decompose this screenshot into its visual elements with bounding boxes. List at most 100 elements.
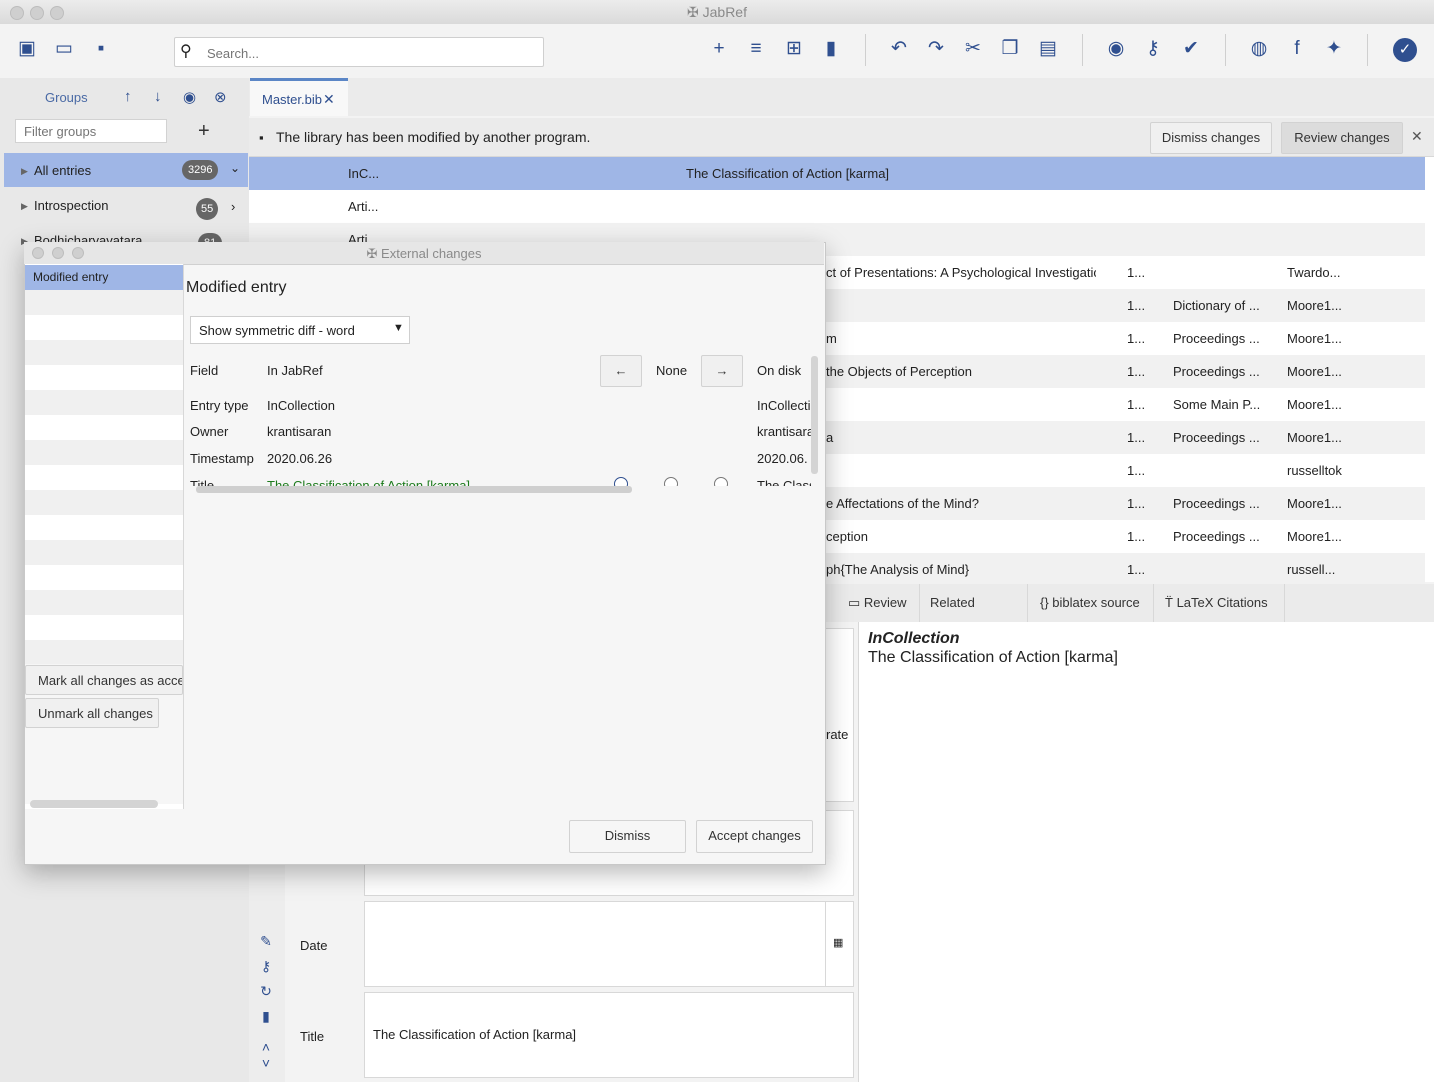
change-list-item-label[interactable]: Modified entry [33,270,108,284]
review-changes-button[interactable]: Review changes [1281,122,1403,154]
save-icon: ▪ [259,130,264,145]
cut-icon[interactable]: ✂ [962,38,984,60]
check-updates-icon[interactable]: ✓ [1393,38,1417,62]
radio-accept-local[interactable] [614,477,628,486]
undo-icon[interactable]: ↶ [888,38,910,60]
group-label[interactable]: Introspection [34,198,108,213]
table-row[interactable]: Arti... [249,190,1425,223]
diff-local-value: The Classification of Action [karma] [267,478,471,486]
diff-vertical-scrollbar[interactable] [811,356,818,474]
table-row[interactable]: InC... The Classification of Action [karm… [249,157,1425,190]
table-cell-title: ct of Presentations: A Psychological Inv… [826,265,1096,280]
search-input[interactable] [205,43,529,63]
table-cell-author: Moore1... [1287,331,1342,346]
tab-related-articles[interactable]: Related articles [920,584,1028,648]
key-icon[interactable]: ⚷ [259,959,273,973]
change-list-empty-row [25,290,183,315]
table-cell-author: Moore1... [1287,430,1342,445]
expand-arrow-icon[interactable]: ▶ [21,201,28,212]
trash-icon[interactable]: ▮ [259,1009,273,1023]
table-cell-year: 1... [1127,463,1146,478]
notification-message: The library has been modified by another… [276,129,591,145]
delete-entry-icon[interactable]: ▮ [820,38,842,60]
tab-latex-citations[interactable]: T̈ LaTeX Citations [1155,584,1285,622]
change-list-empty-row [25,590,183,615]
calendar-icon: ▦ [833,937,844,949]
paste-icon[interactable]: ▤ [1037,38,1059,60]
diff-horizontal-scrollbar[interactable] [196,486,632,493]
jabref-logo-icon: ✠ [366,246,382,261]
table-cell-year: 1... [1127,430,1146,445]
move-group-down-icon[interactable]: ↓ [154,88,162,105]
groups-header: Groups [45,90,88,105]
pull-changes-icon[interactable]: ◉ [1105,38,1127,60]
mark-all-accepted-button[interactable]: Mark all changes as accepted [25,665,183,695]
move-group-up-icon[interactable]: ↑ [124,88,132,105]
accept-changes-button[interactable]: Accept changes [696,820,813,853]
save-library-icon[interactable]: ▪ [90,38,112,60]
dropdown-arrow-icon[interactable]: ▼ [393,322,404,334]
open-library-icon[interactable]: ▭ [53,38,75,60]
preview-entry-title: The Classification of Action [karma] [868,649,1118,666]
list-scrollbar[interactable] [30,800,158,808]
change-list-empty-row [25,340,183,365]
library-tab-strip [249,78,1434,116]
add-entry-by-id-icon[interactable]: ⊞ [783,38,805,60]
table-cell-author: Moore1... [1287,364,1342,379]
diff-disk-value: krantisaran [757,424,811,439]
table-cell-title: a [826,430,834,445]
pencil-icon[interactable]: ✎ [259,934,273,948]
dismiss-changes-button[interactable]: Dismiss changes [1150,122,1272,154]
filter-groups-input[interactable] [15,119,167,143]
add-entry-from-text-icon[interactable]: ≡ [745,38,767,60]
chevron-right-icon[interactable]: › [231,199,235,214]
table-cell-year: 1... [1127,397,1146,412]
cleanup-entries-icon[interactable]: ✔ [1180,38,1202,60]
radio-accept-disk[interactable] [714,477,728,486]
table-cell-journal: Dictionary of ... [1173,298,1260,313]
copy-icon[interactable]: ❐ [999,38,1021,60]
refresh-icon[interactable]: ↻ [259,984,273,998]
library-tab-label[interactable]: Master.bib [262,92,322,107]
diff-mode-value: Show symmetric diff - word [199,323,355,338]
review-icon: ▭ [848,595,864,610]
redo-icon[interactable]: ↷ [925,38,947,60]
table-cell-title: m [826,331,837,346]
table-cell-journal: Proceedings ... [1173,496,1260,511]
chevron-down-icon[interactable]: ⌄ [230,161,240,175]
new-library-icon[interactable]: ▣ [16,38,38,60]
expand-arrow-icon[interactable]: ▶ [21,166,28,177]
add-entry-icon[interactable]: + [708,38,730,60]
unmark-all-button[interactable]: Unmark all changes [25,698,159,728]
arrow-right-icon: → [715,363,729,378]
chevron-down-icon[interactable]: ˅ [259,1056,273,1070]
accept-left-button[interactable]: ← [600,355,642,387]
table-cell-title: e Affectations of the Mind? [826,496,979,511]
tab-review[interactable]: ▭ Review [838,584,920,622]
table-cell-author: Moore1... [1287,298,1342,313]
table-cell-title: the Objects of Perception [826,364,972,379]
accept-right-button[interactable]: → [701,355,743,387]
table-cell-year: 1... [1127,496,1146,511]
change-list-empty-row [25,490,183,515]
diff-field-name: Title [190,478,215,486]
generate-citekey-icon[interactable]: ⚷ [1142,38,1164,60]
date-field[interactable] [364,901,826,987]
dismiss-button[interactable]: Dismiss [569,820,686,853]
close-groups-panel-icon[interactable]: ⊗ [214,88,227,106]
radio-accept-none[interactable] [664,477,678,486]
diff-disk-value: 2020.06. [757,451,808,466]
facebook-icon[interactable]: f [1286,38,1308,60]
jabref-logo-icon: ✠ [687,4,699,20]
add-group-icon[interactable]: + [198,120,210,143]
close-notification-icon[interactable]: ✕ [1411,128,1423,145]
tab-biblatex-source[interactable]: {} biblatex source [1030,584,1154,622]
twitter-icon[interactable]: ✦ [1323,38,1345,60]
close-tab-icon[interactable]: ✕ [323,91,335,108]
chevron-up-icon[interactable]: ˄ [259,1040,273,1054]
field-label: rate [826,727,849,742]
table-cell-journal: Proceedings ... [1173,430,1260,445]
github-icon[interactable]: ◍ [1248,38,1270,60]
group-visibility-icon[interactable]: ◉ [183,88,196,106]
table-cell-author: Moore1... [1287,397,1342,412]
